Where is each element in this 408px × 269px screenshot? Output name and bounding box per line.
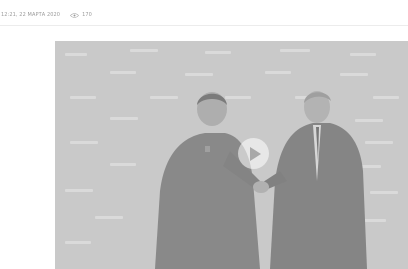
page: 12:21, 22 МАРТА 2020 170 — [0, 0, 408, 269]
play-icon — [250, 146, 261, 161]
publish-date: 12:21, 22 МАРТА 2020 — [1, 12, 61, 18]
play-button[interactable] — [238, 138, 269, 169]
video-thumbnail — [55, 41, 408, 269]
view-count-value: 170 — [82, 12, 92, 18]
video-player[interactable] — [55, 41, 408, 269]
eye-icon — [70, 12, 79, 18]
article-meta: 12:21, 22 МАРТА 2020 170 — [0, 7, 92, 23]
view-count: 170 — [70, 12, 92, 18]
divider — [0, 25, 408, 26]
